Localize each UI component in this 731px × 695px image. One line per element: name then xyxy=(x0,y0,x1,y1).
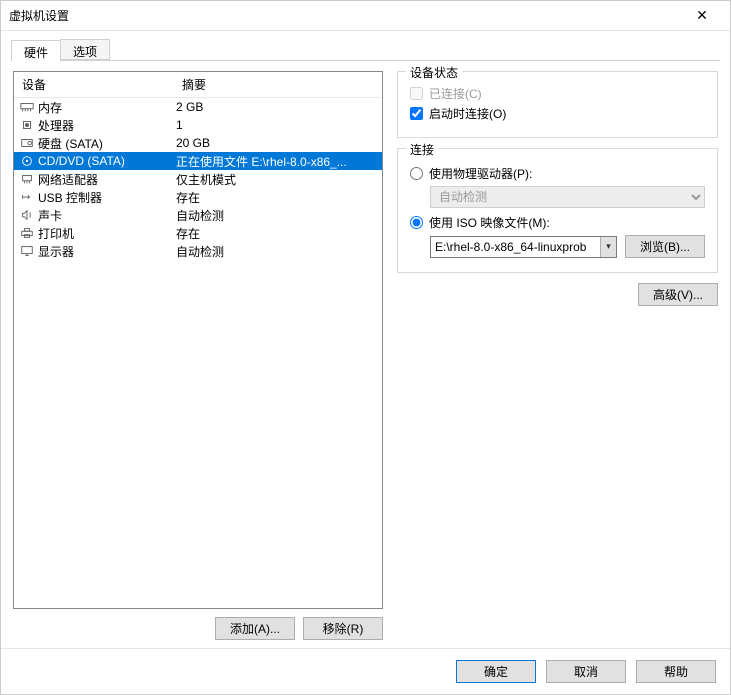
device-summary: 存在 xyxy=(176,225,378,242)
device-summary: 仅主机模式 xyxy=(176,171,378,188)
device-row[interactable]: 声卡自动检测 xyxy=(14,206,382,224)
device-row[interactable]: USB 控制器存在 xyxy=(14,188,382,206)
device-row[interactable]: 内存2 GB xyxy=(14,98,382,116)
connected-checkbox: 已连接(C) xyxy=(410,85,705,102)
physical-radio-input[interactable] xyxy=(410,167,423,180)
device-name: CD/DVD (SATA) xyxy=(36,154,176,168)
physical-radio[interactable]: 使用物理驱动器(P): xyxy=(410,165,705,182)
device-row[interactable]: 打印机存在 xyxy=(14,224,382,242)
disk-icon xyxy=(18,137,36,149)
usb-icon xyxy=(18,191,36,203)
cpu-icon xyxy=(18,119,36,131)
iso-path-input[interactable] xyxy=(430,236,617,258)
device-summary: 20 GB xyxy=(176,136,378,150)
cd-icon xyxy=(18,155,36,167)
device-summary: 2 GB xyxy=(176,100,378,114)
device-row[interactable]: 网络适配器仅主机模式 xyxy=(14,170,382,188)
nic-icon xyxy=(18,173,36,185)
device-list: 设备 摘要 内存2 GB处理器1硬盘 (SATA)20 GBCD/DVD (SA… xyxy=(13,71,383,609)
connected-input xyxy=(410,87,423,100)
device-name: USB 控制器 xyxy=(36,189,176,206)
list-header: 设备 摘要 xyxy=(14,72,382,98)
device-summary: 1 xyxy=(176,118,378,132)
advanced-button[interactable]: 高级(V)... xyxy=(638,283,718,306)
device-name: 硬盘 (SATA) xyxy=(36,135,176,152)
device-summary: 正在使用文件 E:\rhel-8.0-x86_... xyxy=(176,153,378,170)
tab-hardware[interactable]: 硬件 xyxy=(11,40,61,61)
device-name: 网络适配器 xyxy=(36,171,176,188)
device-row[interactable]: 显示器自动检测 xyxy=(14,242,382,260)
sound-icon xyxy=(18,209,36,221)
chevron-down-icon[interactable]: ▾ xyxy=(600,237,616,257)
tab-options[interactable]: 选项 xyxy=(60,39,110,60)
device-row[interactable]: 硬盘 (SATA)20 GB xyxy=(14,134,382,152)
iso-radio-input[interactable] xyxy=(410,216,423,229)
add-button[interactable]: 添加(A)... xyxy=(215,617,295,640)
device-status-group: 设备状态 已连接(C) 启动时连接(O) xyxy=(397,71,718,138)
device-row[interactable]: CD/DVD (SATA)正在使用文件 E:\rhel-8.0-x86_... xyxy=(14,152,382,170)
device-name: 声卡 xyxy=(36,207,176,224)
titlebar: 虚拟机设置 ✕ xyxy=(1,1,730,31)
window-title: 虚拟机设置 xyxy=(9,7,682,24)
connection-group: 连接 使用物理驱动器(P): 自动检测 使用 ISO 映像文件(M): xyxy=(397,148,718,273)
physical-drive-select: 自动检测 xyxy=(430,186,705,208)
device-summary: 自动检测 xyxy=(176,207,378,224)
connection-legend: 连接 xyxy=(406,141,438,158)
dialog-footer: 确定 取消 帮助 xyxy=(1,648,730,694)
close-icon[interactable]: ✕ xyxy=(682,7,722,24)
device-name: 显示器 xyxy=(36,243,176,260)
cancel-button[interactable]: 取消 xyxy=(546,660,626,683)
poweron-input[interactable] xyxy=(410,107,423,120)
printer-icon xyxy=(18,227,36,239)
iso-path-combo[interactable]: ▾ xyxy=(430,236,617,258)
ok-button[interactable]: 确定 xyxy=(456,660,536,683)
status-legend: 设备状态 xyxy=(406,64,462,81)
device-summary: 存在 xyxy=(176,189,378,206)
display-icon xyxy=(18,245,36,257)
remove-button[interactable]: 移除(R) xyxy=(303,617,383,640)
hdr-device: 设备 xyxy=(14,72,174,97)
poweron-checkbox[interactable]: 启动时连接(O) xyxy=(410,105,705,122)
device-summary: 自动检测 xyxy=(176,243,378,260)
tab-strip: 硬件 选项 xyxy=(11,39,720,61)
device-name: 打印机 xyxy=(36,225,176,242)
device-row[interactable]: 处理器1 xyxy=(14,116,382,134)
device-name: 处理器 xyxy=(36,117,176,134)
hdr-summary: 摘要 xyxy=(174,72,382,97)
memory-icon xyxy=(18,101,36,113)
iso-radio[interactable]: 使用 ISO 映像文件(M): xyxy=(410,214,705,231)
device-name: 内存 xyxy=(36,99,176,116)
help-button[interactable]: 帮助 xyxy=(636,660,716,683)
browse-button[interactable]: 浏览(B)... xyxy=(625,235,705,258)
